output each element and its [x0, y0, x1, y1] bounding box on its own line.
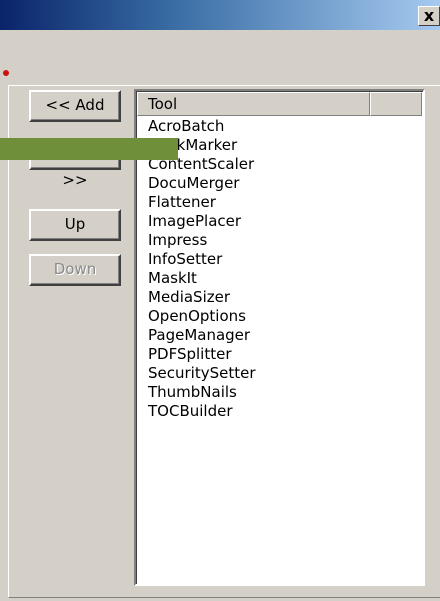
list-item[interactable]: TOCBuilder — [148, 402, 256, 421]
list-item[interactable]: MediaSizer — [148, 288, 256, 307]
list-item[interactable]: MaskIt — [148, 269, 256, 288]
list-header: Tool — [137, 92, 422, 116]
list-item[interactable]: SecuritySetter — [148, 364, 256, 383]
list-item[interactable]: OpenOptions — [148, 307, 256, 326]
tool-listbox[interactable]: Tool AcroBatch BookMarker ContentScaler … — [134, 89, 425, 586]
tool-order-panel: << Add Remove >> Up Down Tool AcroBatch … — [8, 85, 440, 598]
close-button[interactable]: x — [418, 6, 440, 26]
add-button[interactable]: << Add — [29, 90, 121, 122]
column-header-empty[interactable] — [370, 92, 422, 116]
list-item[interactable]: AcroBatch — [148, 117, 256, 136]
tool-list: AcroBatch BookMarker ContentScaler DocuM… — [148, 117, 256, 421]
up-button[interactable]: Up — [29, 209, 121, 241]
list-item[interactable]: PDFSplitter — [148, 345, 256, 364]
down-button: Down — [29, 254, 121, 286]
column-header-tool[interactable]: Tool — [137, 92, 370, 116]
annotation-dot — [3, 70, 9, 76]
close-icon: x — [423, 6, 435, 25]
list-item[interactable]: Flattener — [148, 193, 256, 212]
annotation-bar — [0, 138, 178, 160]
list-item[interactable]: ImagePlacer — [148, 212, 256, 231]
list-item[interactable]: Impress — [148, 231, 256, 250]
title-bar: x — [0, 0, 440, 30]
list-item[interactable]: PageManager — [148, 326, 256, 345]
list-item[interactable]: ThumbNails — [148, 383, 256, 402]
list-item[interactable]: InfoSetter — [148, 250, 256, 269]
list-item[interactable]: DocuMerger — [148, 174, 256, 193]
